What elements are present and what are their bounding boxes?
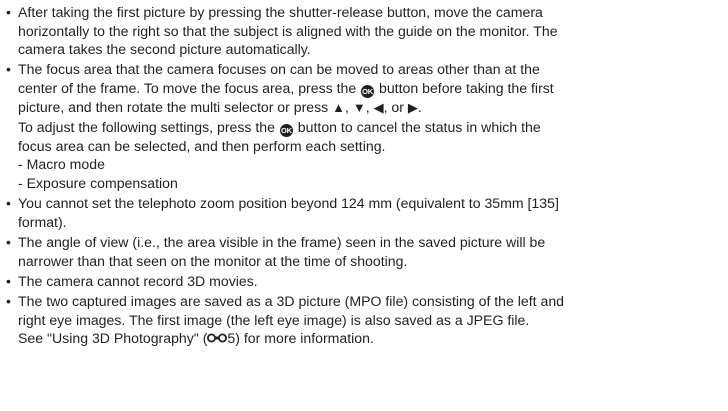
right-arrow-icon: ▶ <box>407 100 418 116</box>
text-line: The angle of view (i.e., the area visibl… <box>18 234 546 250</box>
down-arrow-icon: ▼ <box>352 100 366 116</box>
up-arrow-icon: ▲ <box>332 100 346 116</box>
notes-list: After taking the first picture by pressi… <box>6 3 726 350</box>
text-line: format). <box>18 213 67 230</box>
text-line: focus area can be selected, and then per… <box>18 137 386 154</box>
text-segment: , or <box>383 99 408 116</box>
list-item-mpo-file: The two captured images are saved as a 3… <box>6 292 726 348</box>
left-arrow-icon: ◀ <box>373 100 384 116</box>
text-line: camera takes the second picture automati… <box>18 41 311 58</box>
manual-page: After taking the first picture by pressi… <box>0 0 728 411</box>
text-line: picture, and then rotate the multi selec… <box>18 98 726 118</box>
text-line: You cannot set the telephoto zoom positi… <box>18 195 559 212</box>
ok-button-icon: OK <box>279 123 293 137</box>
sub-item-exposure-compensation: - Exposure compensation <box>18 174 178 191</box>
list-item-angle-of-view: The angle of view (i.e., the area visibl… <box>6 233 726 270</box>
text-line: The focus area that the camera focuses o… <box>18 61 540 78</box>
list-item-telephoto-limit: You cannot set the telephoto zoom positi… <box>6 194 726 231</box>
text-segment: See "Using 3D Photography" ( <box>18 330 208 347</box>
text-segment: , <box>345 99 353 116</box>
sub-item-macro-mode: - Macro mode <box>18 156 105 173</box>
text-segment: , <box>365 99 374 116</box>
text-line: narrower than that seen on the monitor a… <box>18 252 408 269</box>
text-segment: button before taking the first <box>375 80 554 97</box>
text-segment: ) for more information. <box>235 330 374 347</box>
text-segment: To adjust the following settings, press … <box>18 118 279 135</box>
text-line: The two captured images are saved as a 3… <box>18 293 565 310</box>
text-line: right eye images. The first image (the l… <box>18 311 530 328</box>
text-line: horizontally to the right so that the su… <box>18 22 558 39</box>
text-segment: center of the frame. To move the focus a… <box>18 80 361 97</box>
text-segment: button to cancel the status in which the <box>293 118 541 135</box>
list-item-shutter-move: After taking the first picture by pressi… <box>6 3 726 59</box>
text-segment: . <box>417 99 422 116</box>
list-item-focus-area: The focus area that the camera focuses o… <box>6 60 726 192</box>
text-line: The camera cannot record 3D movies. <box>18 272 258 289</box>
text-line: center of the frame. To move the focus a… <box>18 79 726 99</box>
reference-section-icon <box>207 332 228 344</box>
list-item-no-3d-movies: The camera cannot record 3D movies. <box>6 272 726 291</box>
text-line: To adjust the following settings, press … <box>18 118 726 137</box>
ok-button-icon: OK <box>361 85 375 99</box>
text-segment: picture, and then rotate the multi selec… <box>18 99 333 116</box>
text-line: See "Using 3D Photography" (5) for more … <box>18 329 726 348</box>
text-line: After taking the first picture by pressi… <box>18 4 543 20</box>
